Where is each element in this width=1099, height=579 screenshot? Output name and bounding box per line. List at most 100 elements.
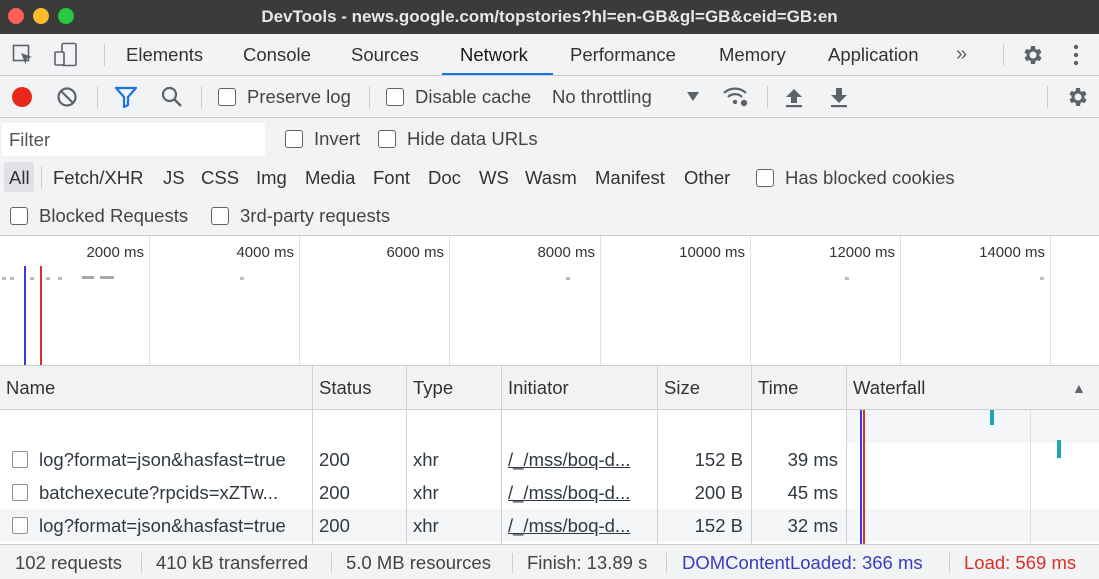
row-type: xhr [413, 482, 439, 503]
column-header-status[interactable]: Status [313, 366, 406, 410]
table-row[interactable]: log?format=json&hasfast=true 200 xhr /_/… [0, 443, 846, 476]
overview-tick-label: 2000 ms [86, 244, 144, 261]
devtools-window: DevTools - news.google.com/topstories?hl… [0, 0, 1099, 579]
sort-ascending-icon[interactable]: ▲ [1066, 366, 1086, 410]
type-filter-css[interactable]: CSS [201, 167, 239, 189]
toolbar-divider-4 [767, 86, 768, 108]
tabbar-divider [104, 44, 105, 66]
row-time: 45 ms [787, 482, 838, 503]
table-row-partial [0, 410, 846, 443]
transferred-size: 410 kB transferred [156, 552, 309, 573]
row-initiator-link[interactable]: /_/mss/boq-d... [508, 443, 648, 476]
throttle-dropdown-icon[interactable] [687, 92, 699, 102]
type-filter-fetch-xhr[interactable]: Fetch/XHR [53, 167, 143, 189]
network-conditions-icon[interactable] [722, 84, 750, 110]
row-type: xhr [413, 515, 439, 536]
request-activity-bar [82, 276, 94, 279]
row-initiator-link[interactable]: /_/mss/boq-d... [508, 509, 648, 542]
column-header-time[interactable]: Time [752, 366, 846, 410]
inspect-element-icon[interactable] [12, 44, 34, 66]
window-title: DevTools - news.google.com/topstories?hl… [261, 7, 838, 26]
device-toolbar-icon[interactable] [53, 42, 79, 68]
search-icon[interactable] [160, 85, 184, 109]
column-header-initiator[interactable]: Initiator [502, 366, 658, 410]
kebab-menu-icon[interactable] [1068, 43, 1084, 67]
row-type: xhr [413, 449, 439, 470]
import-har-icon[interactable] [784, 85, 804, 109]
request-activity-dot [240, 277, 244, 280]
row-initiator-link[interactable]: /_/mss/boq-d... [508, 476, 648, 509]
blocked-requests-checkbox[interactable] [10, 207, 28, 225]
request-activity-dot [2, 277, 6, 280]
network-overview-timeline[interactable]: 2000 ms 4000 ms 6000 ms 8000 ms 10000 ms… [0, 236, 1099, 366]
hide-data-urls-checkbox[interactable] [378, 130, 396, 148]
disable-cache-label: Disable cache [415, 86, 532, 107]
type-filter-wasm[interactable]: Wasm [525, 167, 577, 189]
column-header-size[interactable]: Size [658, 366, 751, 410]
throttling-select[interactable]: No throttling [552, 86, 652, 108]
tabbar-divider-right [1003, 44, 1004, 66]
tab-network[interactable]: Network [460, 34, 528, 75]
waterfall-stripe [847, 509, 1099, 542]
row-status: 200 [319, 449, 350, 470]
type-filter-other[interactable]: Other [684, 167, 730, 189]
row-time: 39 ms [787, 449, 838, 470]
row-status: 200 [319, 515, 350, 536]
row-size: 152 B [694, 515, 743, 536]
type-filter-manifest[interactable]: Manifest [595, 167, 665, 189]
tab-console[interactable]: Console [243, 34, 311, 75]
type-filter-font[interactable]: Font [373, 167, 410, 189]
clear-icon[interactable] [56, 86, 78, 108]
column-divider[interactable] [846, 366, 847, 544]
has-blocked-cookies-checkbox[interactable] [756, 169, 774, 187]
settings-gear-icon[interactable] [1020, 43, 1044, 67]
row-size: 200 B [694, 482, 743, 503]
filter-funnel-icon[interactable] [114, 86, 138, 108]
disable-cache-checkbox[interactable] [386, 88, 404, 106]
network-settings-gear-icon[interactable] [1065, 85, 1089, 109]
requests-table-header: Name Status Type Initiator Size Time Wat… [0, 366, 1099, 410]
column-divider[interactable] [406, 366, 407, 544]
overview-gridline [750, 236, 751, 365]
row-time: 32 ms [787, 515, 838, 536]
row-resource-icon [12, 451, 28, 468]
overview-tick-label: 14000 ms [979, 244, 1045, 261]
waterfall-stripe [847, 410, 1099, 443]
export-har-icon[interactable] [829, 85, 849, 109]
column-header-waterfall[interactable]: Waterfall [847, 366, 1047, 410]
overview-tick-label: 12000 ms [829, 244, 895, 261]
column-header-type[interactable]: Type [407, 366, 501, 410]
column-header-name[interactable]: Name [0, 366, 312, 410]
preserve-log-checkbox[interactable] [218, 88, 236, 106]
tab-performance[interactable]: Performance [570, 34, 676, 75]
toolbar-divider-5 [1047, 86, 1048, 108]
panel-tab-bar: Elements Console Sources Network Perform… [0, 34, 1099, 76]
tab-elements[interactable]: Elements [126, 34, 203, 75]
column-divider[interactable] [312, 366, 313, 544]
tab-application[interactable]: Application [828, 34, 919, 75]
third-party-requests-label: 3rd-party requests [240, 205, 391, 226]
row-size: 152 B [694, 449, 743, 470]
invert-checkbox[interactable] [285, 130, 303, 148]
type-filter-ws[interactable]: WS [479, 167, 509, 189]
type-filter-js[interactable]: JS [163, 167, 185, 189]
third-party-requests-checkbox[interactable] [211, 207, 229, 225]
tab-memory[interactable]: Memory [719, 34, 786, 75]
more-tabs-icon[interactable]: » [956, 34, 967, 75]
tab-sources[interactable]: Sources [351, 34, 419, 75]
type-filter-img[interactable]: Img [256, 167, 287, 189]
row-resource-icon [12, 517, 28, 534]
type-filter-doc[interactable]: Doc [428, 167, 461, 189]
column-divider[interactable] [657, 366, 658, 544]
filter-input[interactable] [2, 123, 265, 156]
type-filter-all[interactable]: All [9, 167, 30, 189]
overview-tick-label: 8000 ms [537, 244, 595, 261]
record-icon[interactable] [11, 86, 33, 108]
type-filter-media[interactable]: Media [305, 167, 355, 189]
row-name: batchexecute?rpcids=xZTw... [39, 482, 279, 503]
table-row[interactable]: log?format=json&hasfast=true 200 xhr /_/… [0, 509, 846, 542]
waterfall-area[interactable] [847, 410, 1099, 544]
column-divider[interactable] [751, 366, 752, 544]
column-divider[interactable] [501, 366, 502, 544]
table-row[interactable]: batchexecute?rpcids=xZTw... 200 xhr /_/m… [0, 476, 846, 509]
